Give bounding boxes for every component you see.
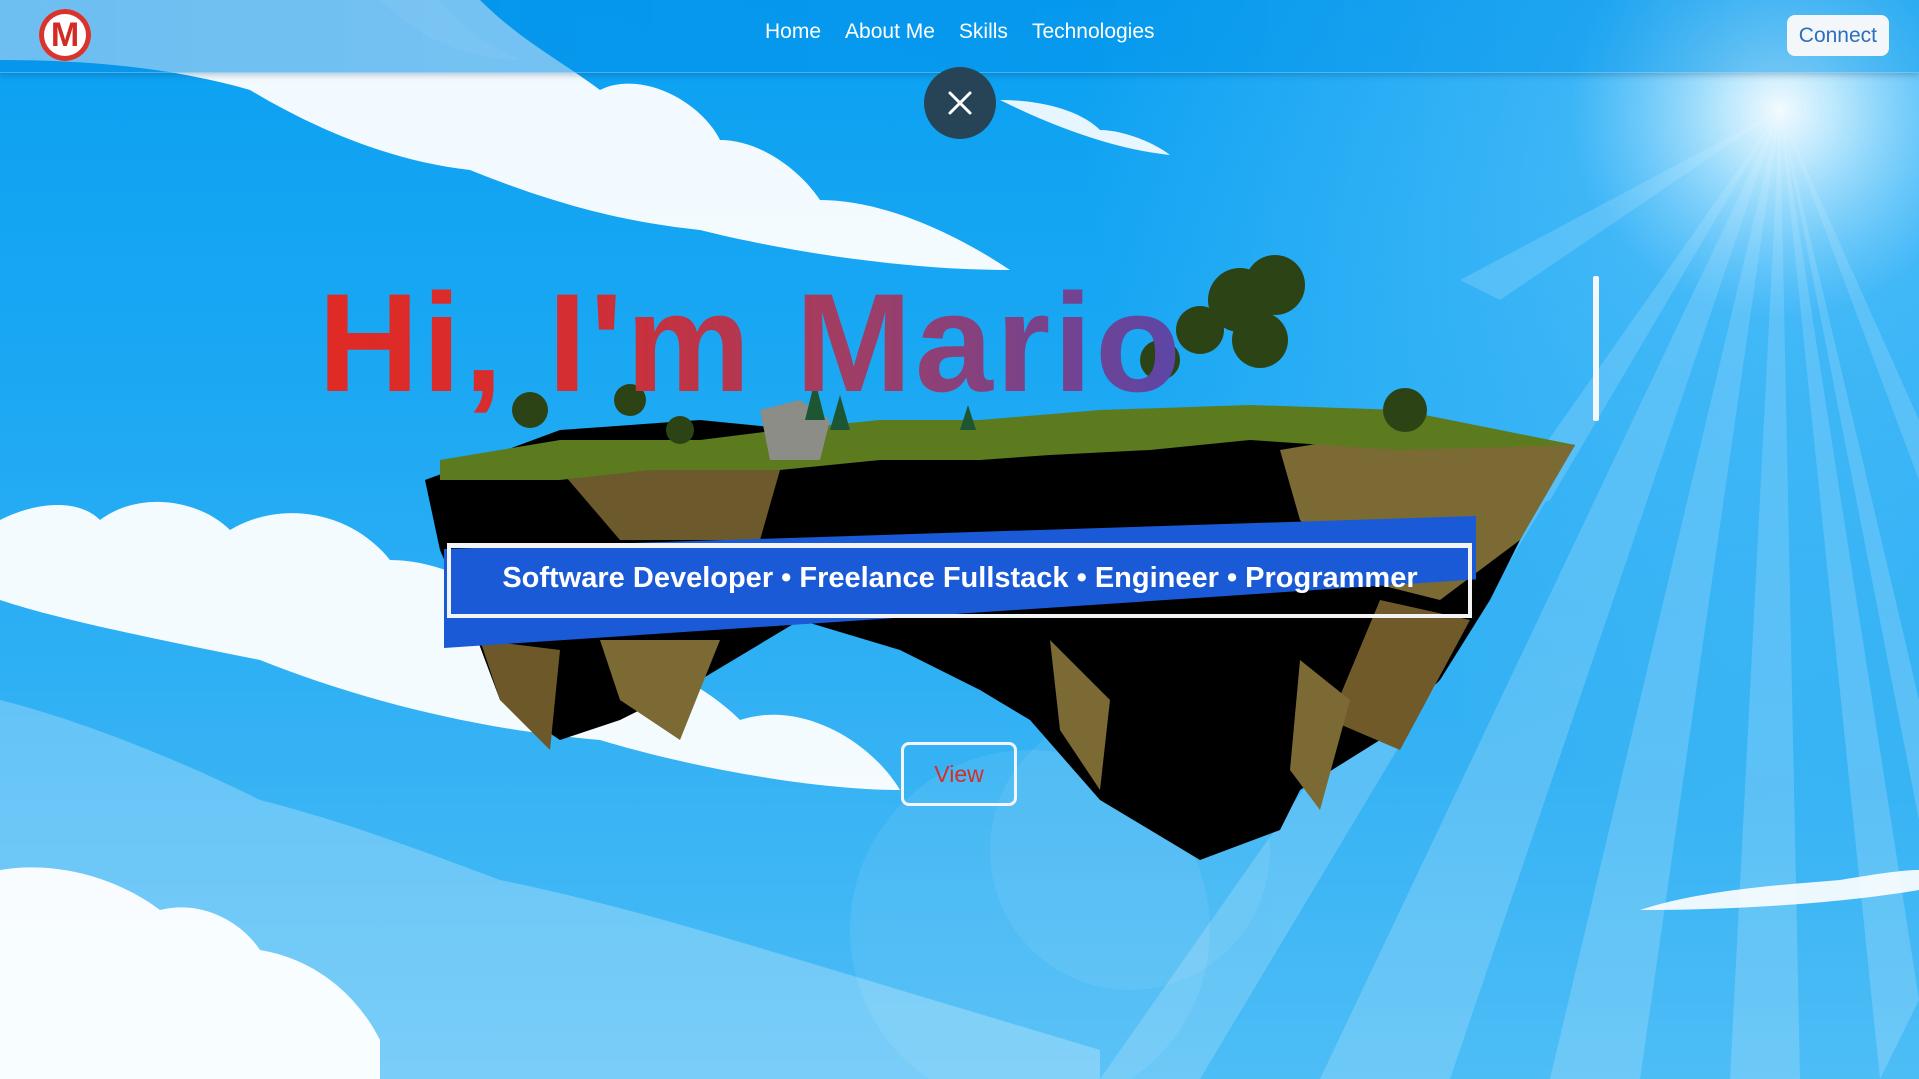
top-navbar: M Home About Me Skills Technologies Conn… bbox=[0, 0, 1919, 73]
nav-link-about-me[interactable]: About Me bbox=[845, 20, 935, 44]
connect-button[interactable]: Connect bbox=[1786, 15, 1889, 56]
close-icon bbox=[948, 91, 972, 115]
site-logo[interactable]: M bbox=[39, 9, 91, 61]
nav-link-technologies[interactable]: Technologies bbox=[1032, 20, 1155, 44]
hero-title: Hi, I'm Mario bbox=[318, 262, 1184, 424]
nav-links: Home About Me Skills Technologies bbox=[765, 20, 1155, 44]
scroll-indicator[interactable] bbox=[1593, 276, 1599, 421]
close-button[interactable] bbox=[924, 67, 996, 139]
nav-link-home[interactable]: Home bbox=[765, 20, 821, 44]
hero-subtitle: Software Developer • Freelance Fullstack… bbox=[502, 562, 1418, 594]
logo-letter: M bbox=[50, 16, 80, 54]
nav-link-skills[interactable]: Skills bbox=[959, 20, 1008, 44]
view-button[interactable]: View bbox=[901, 742, 1017, 806]
